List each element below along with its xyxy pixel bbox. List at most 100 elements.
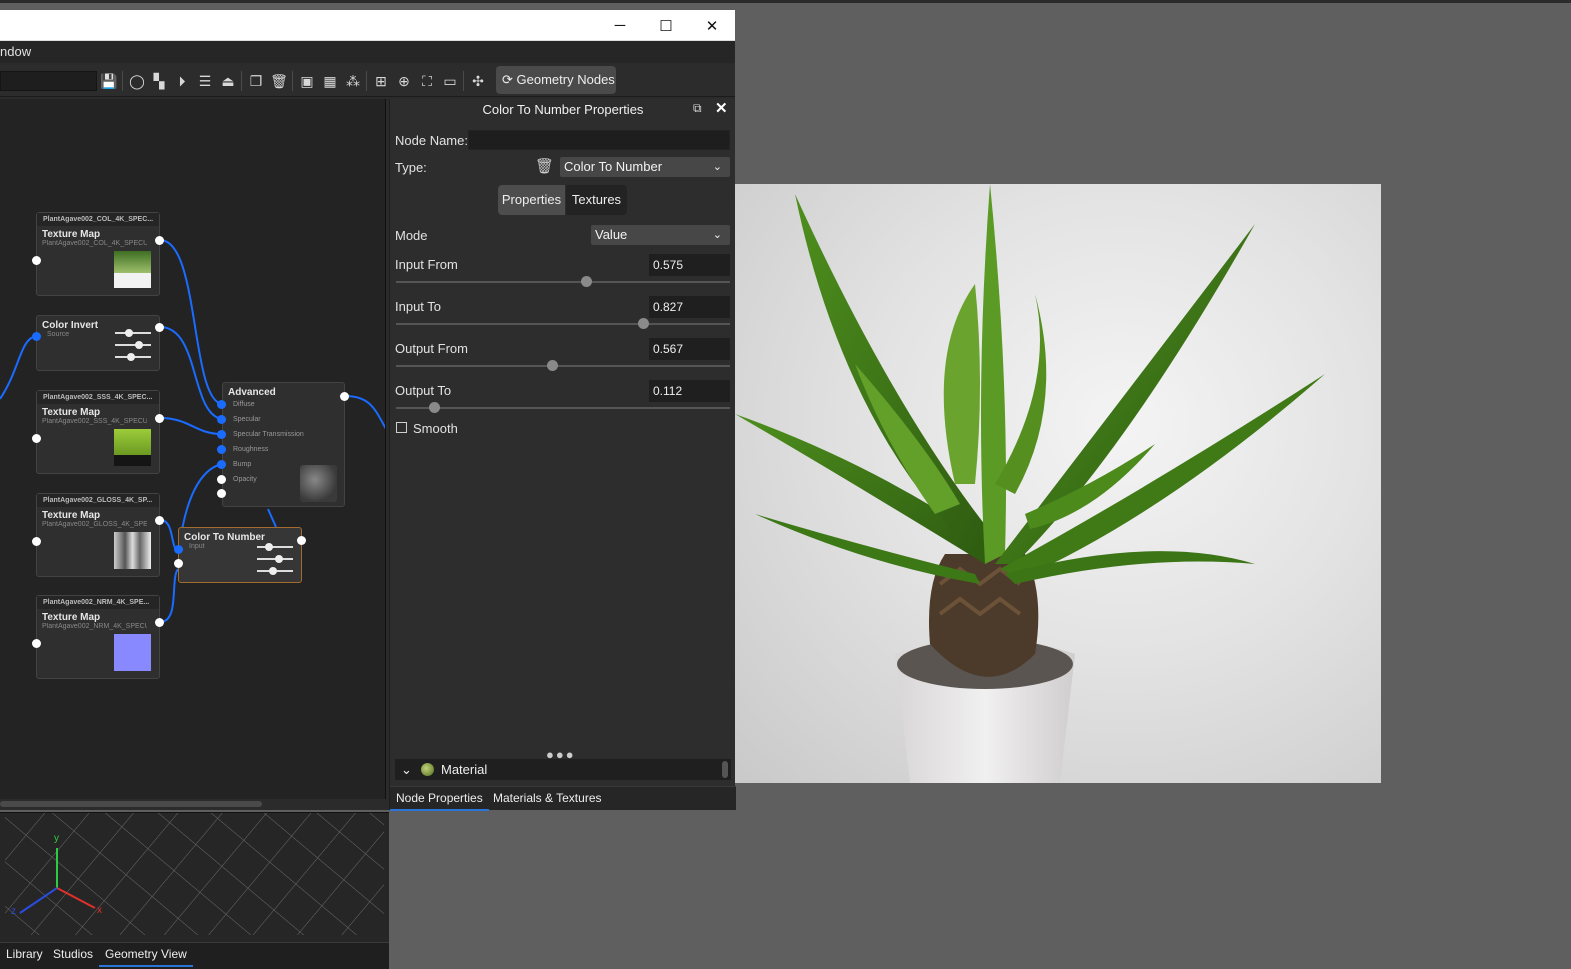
trash-icon[interactable]: 🗑 (269, 70, 289, 92)
smooth-checkbox[interactable] (396, 422, 407, 433)
node-port[interactable] (155, 516, 164, 525)
node-port[interactable] (340, 392, 349, 401)
smooth-label: Smooth (413, 421, 458, 436)
sliders-icon[interactable]: ☰ (195, 70, 215, 92)
close-panel-icon[interactable]: ✕ (715, 99, 728, 117)
grid-node-icon[interactable]: ▦ (320, 70, 340, 92)
advanced-material-node[interactable]: Advanced Diffuse Specular Specular Trans… (222, 382, 345, 507)
close-window-button[interactable]: ✕ (689, 10, 735, 41)
node-port[interactable] (217, 430, 226, 439)
output-to-value[interactable]: 0.112 (649, 380, 730, 402)
node-title: Advanced (228, 387, 276, 398)
texture-map-node-col[interactable]: PlantAgave002_COL_4K_SPEC... Texture Map… (36, 212, 160, 296)
node-name-input[interactable] (468, 130, 730, 150)
save-icon[interactable]: 💾 (99, 70, 119, 92)
node-port[interactable] (174, 559, 183, 568)
tab-node-properties[interactable]: Node Properties (390, 787, 489, 811)
output-from-slider-track[interactable] (396, 365, 730, 367)
maximize-button[interactable]: ☐ (643, 10, 689, 41)
render-viewport[interactable] (735, 184, 1381, 783)
trash-icon[interactable]: 🗑 (535, 157, 554, 175)
node-port[interactable] (297, 536, 306, 545)
node-port[interactable] (217, 489, 226, 498)
add-node-icon[interactable]: ▣ (297, 70, 317, 92)
color-invert-node[interactable]: Color Invert Source (36, 315, 160, 371)
type-dropdown[interactable]: Color To Number ⌄ (560, 157, 730, 177)
input-to-label: Input To (395, 299, 442, 314)
node-port[interactable] (217, 475, 226, 484)
node-port[interactable] (174, 545, 183, 554)
node-port[interactable] (32, 332, 41, 341)
material-section-header[interactable]: ⌄ Material (395, 759, 731, 780)
fit-view-icon[interactable]: ⛶ (417, 70, 437, 92)
toolbar-search-input[interactable] (0, 71, 97, 91)
node-port[interactable] (155, 414, 164, 423)
tab-properties[interactable]: Properties (498, 185, 565, 215)
input-to-slider-handle[interactable] (638, 318, 649, 329)
node-port[interactable] (32, 537, 41, 546)
input-from-value[interactable]: 0.575 (649, 254, 730, 276)
undock-icon[interactable]: ⧉ (693, 101, 702, 116)
input-from-label: Input From (395, 257, 458, 272)
mode-dropdown[interactable]: Value ⌄ (591, 225, 730, 245)
node-port[interactable] (32, 256, 41, 265)
node-title: Texture Map (42, 510, 101, 521)
color-to-number-node[interactable]: Color To Number Input (178, 527, 302, 583)
tab-textures[interactable]: Textures (566, 185, 627, 215)
output-from-value[interactable]: 0.567 (649, 338, 730, 360)
center-icon[interactable]: ⊕ (394, 70, 414, 92)
wire-col-diffuse (159, 239, 223, 405)
output-to-slider-track[interactable] (396, 407, 730, 409)
geometry-nodes-button[interactable]: ⟳ Geometry Nodes (496, 66, 616, 94)
tab-materials-textures[interactable]: Materials & Textures (487, 787, 608, 811)
split-icon[interactable]: ✣ (468, 70, 488, 92)
node-port[interactable] (155, 618, 164, 627)
bottom-dock-tabs: Library Studios Geometry View (0, 942, 389, 969)
node-graph-icon[interactable]: ⁂ (343, 70, 363, 92)
node-subtitle: PlantAgave002_SSS_4K_SPECU... (42, 418, 147, 425)
toolbar: 💾 ◯ ▚ ⏵ ☰ ⏏ ❐ 🗑 ▣ ▦ ⁂ ⊞ ⊕ ⛶ ▭ ✣ ⟳ Geomet… (0, 65, 735, 97)
node-title: Texture Map (42, 612, 101, 623)
menu-item-window[interactable]: ndow (0, 44, 31, 59)
node-port[interactable] (217, 460, 226, 469)
duplicate-icon[interactable]: ❐ (246, 70, 266, 92)
input-to-slider-track[interactable] (396, 323, 730, 325)
texture-map-node-sss[interactable]: PlantAgave002_SSS_4K_SPEC... Texture Map… (36, 390, 160, 474)
material-scrollbar[interactable] (722, 761, 728, 778)
node-graph-canvas[interactable]: PlantAgave002_COL_4K_SPEC... Texture Map… (0, 99, 386, 799)
node-port[interactable] (217, 415, 226, 424)
wire-advanced-out (344, 395, 385, 430)
checker-icon[interactable]: ▚ (149, 70, 169, 92)
toolbar-separator (241, 71, 242, 91)
node-port[interactable] (32, 639, 41, 648)
sphere-preview-icon[interactable]: ◯ (127, 70, 147, 92)
tab-geometry-view[interactable]: Geometry View (99, 943, 193, 967)
canvas-horizontal-scrollbar[interactable] (0, 801, 262, 807)
geometry-view-panel[interactable]: y x z (0, 812, 389, 942)
node-port[interactable] (32, 434, 41, 443)
node-port[interactable] (155, 323, 164, 332)
node-port[interactable] (217, 445, 226, 454)
output-from-slider-handle[interactable] (547, 360, 558, 371)
play-icon[interactable]: ⏵ (172, 70, 192, 92)
toolbar-separator (122, 71, 123, 91)
wire-incoming-invert (0, 335, 37, 400)
texture-map-node-nrm[interactable]: PlantAgave002_NRM_4K_SPE... Texture Map … (36, 595, 160, 679)
output-from-label: Output From (395, 341, 468, 356)
tab-library[interactable]: Library (0, 943, 49, 967)
output-to-slider-handle[interactable] (429, 402, 440, 413)
input-to-value[interactable]: 0.827 (649, 296, 730, 318)
input-from-slider-handle[interactable] (581, 276, 592, 287)
window-titlebar[interactable]: ─ ☐ ✕ (0, 10, 735, 41)
flask-icon[interactable]: ⏏ (218, 70, 238, 92)
texture-map-node-gloss[interactable]: PlantAgave002_GLOSS_4K_SP... Texture Map… (36, 493, 160, 577)
zoom-100-icon[interactable]: ▭ (440, 70, 460, 92)
node-port[interactable] (217, 400, 226, 409)
toolbar-separator (463, 71, 464, 91)
tab-studios[interactable]: Studios (47, 943, 99, 967)
minimize-button[interactable]: ─ (597, 10, 643, 41)
node-port[interactable] (155, 236, 164, 245)
input-from-slider-track[interactable] (396, 281, 730, 283)
align-icon[interactable]: ⊞ (371, 70, 391, 92)
geometry-nodes-label: Geometry Nodes (516, 72, 615, 87)
